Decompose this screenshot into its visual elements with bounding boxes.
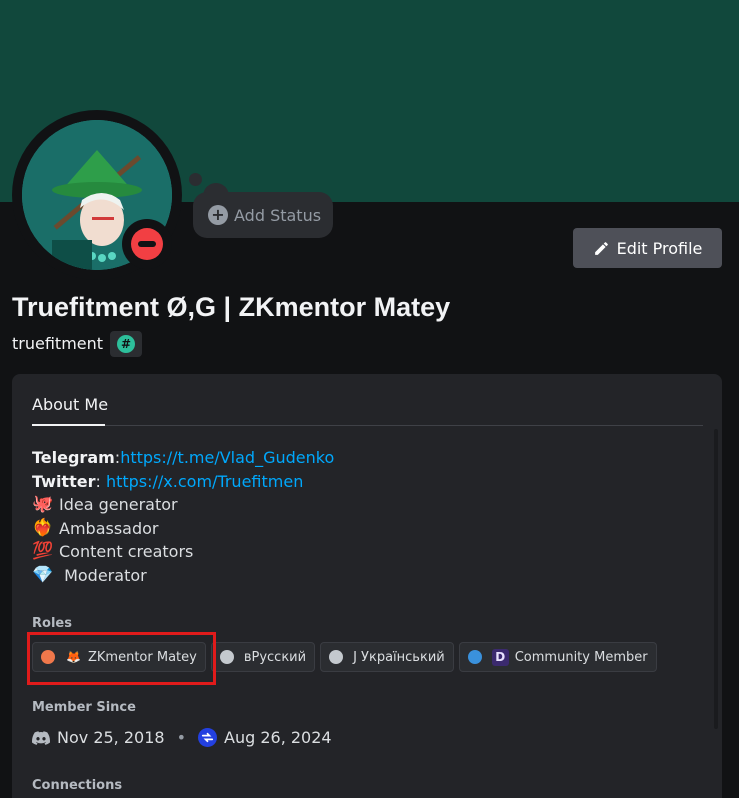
telegram-link[interactable]: https://t.me/Vlad_Gudenko [120, 446, 334, 470]
server-member-date: Aug 26, 2024 [224, 728, 332, 747]
role-color-dot[interactable] [467, 650, 482, 664]
tab-about-me[interactable]: About Me [32, 395, 108, 414]
thought-bubble-dot [189, 173, 202, 186]
twitter-label: Twitter [32, 471, 96, 491]
role-highlight-box [27, 632, 216, 685]
telegram-label: Telegram [32, 448, 115, 467]
bio: Telegram: https://t.me/Vlad_Gudenko Twitt… [32, 446, 334, 587]
bio-line-text: Ambassador [59, 518, 159, 538]
role-label: вРусский [243, 649, 307, 665]
twitter-separator: : [95, 471, 106, 491]
discord-icon [32, 730, 50, 745]
bio-line-text: Idea generator [59, 495, 178, 514]
twitter-link[interactable]: https://x.com/Truefitmen [106, 470, 303, 494]
role-chip[interactable]: вРусский [210, 642, 316, 672]
bio-line-text: Moderator [59, 565, 147, 585]
role-label: Ј Український [353, 649, 445, 665]
role-chip[interactable]: Ј Український [320, 642, 454, 672]
fire-heart-icon: ❤️‍🔥 [32, 517, 54, 538]
bio-telegram-line: Telegram: https://t.me/Vlad_Gudenko [32, 446, 334, 470]
roles-heading: Roles [32, 616, 72, 631]
community-icon: D [491, 648, 509, 666]
octopus-icon: 🐙 [32, 494, 54, 514]
bio-twitter-line: Twitter: https://x.com/Truefitmen [32, 470, 334, 494]
do-not-disturb-icon [131, 228, 163, 260]
tab-divider [32, 425, 703, 426]
role-color-dot[interactable] [329, 650, 344, 664]
date-separator: • [176, 728, 186, 747]
role-chip[interactable]: D Community Member [458, 642, 657, 672]
connections-heading: Connections [32, 778, 123, 793]
bio-line-text: Content creators [59, 542, 194, 561]
member-since-heading: Member Since [32, 700, 136, 715]
hashtag-badge[interactable]: # [110, 331, 142, 357]
tab-active-underline [32, 424, 105, 426]
hundred-icon: 💯 [32, 541, 54, 561]
add-status-button[interactable]: + Add Status [193, 192, 333, 238]
edit-profile-label: Edit Profile [616, 238, 703, 258]
server-icon [198, 728, 217, 747]
member-since-row: Nov 25, 2018 • Aug 26, 2024 [32, 728, 332, 747]
role-label: Community Member [514, 649, 648, 665]
discord-member-date: Nov 25, 2018 [57, 728, 165, 747]
bio-line: 💎 Moderator [32, 564, 334, 588]
hashtag-icon: # [117, 335, 135, 353]
bio-line: ❤️‍🔥 Ambassador [32, 517, 334, 541]
username: truefitment [12, 334, 104, 353]
bio-line: 🐙 Idea generator [32, 493, 334, 517]
scrollbar[interactable] [714, 429, 718, 729]
profile-card: About Me Telegram: https://t.me/Vlad_Gude… [12, 374, 722, 798]
plus-icon: + [208, 205, 228, 225]
role-color-dot[interactable] [219, 650, 234, 664]
add-status-label: Add Status [234, 205, 322, 225]
pencil-icon [594, 241, 608, 255]
edit-profile-button[interactable]: Edit Profile [573, 228, 722, 268]
bio-line: 💯 Content creators [32, 540, 334, 564]
gem-icon: 💎 [32, 564, 54, 585]
display-name: Truefitment Ø,G | ZKmentor Matey [12, 292, 451, 322]
